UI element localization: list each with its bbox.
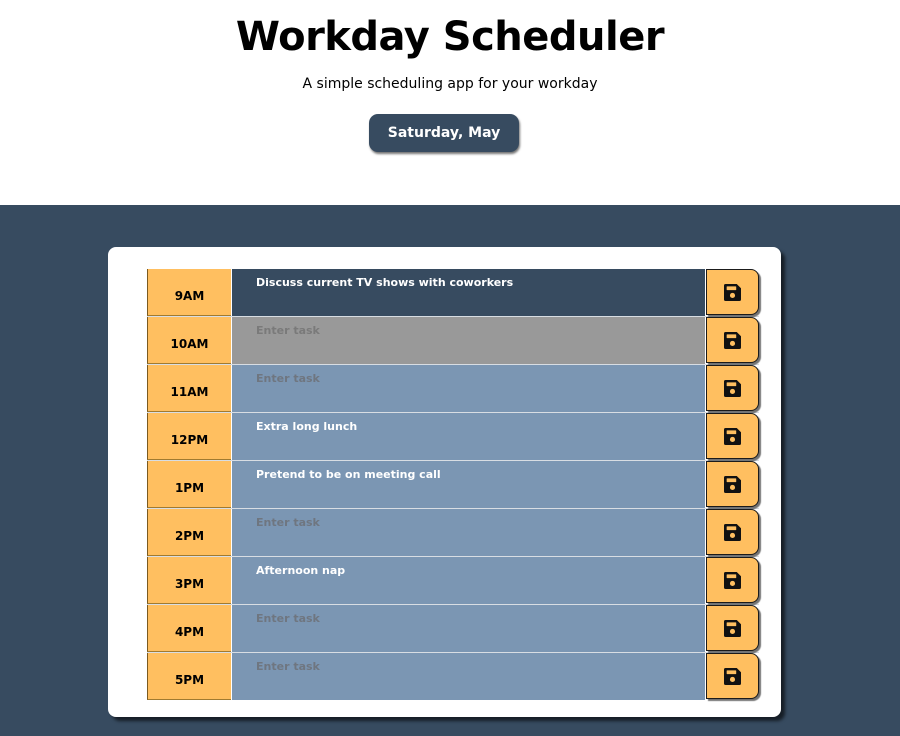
hour-label: 3PM: [147, 557, 231, 604]
task-input[interactable]: Enter task: [232, 317, 705, 364]
time-block-row: 10AM Enter task: [147, 317, 759, 365]
task-text: Extra long lunch: [256, 420, 358, 433]
title-wrap: Workday Scheduler: [0, 12, 900, 62]
floppy-disk-icon: [724, 668, 741, 685]
task-placeholder: Enter task: [256, 516, 320, 529]
save-button[interactable]: [706, 413, 759, 459]
scheduler-section: 9AM Discuss current TV shows with coworke…: [0, 205, 900, 736]
save-button[interactable]: [706, 269, 759, 315]
save-button[interactable]: [706, 365, 759, 411]
save-button[interactable]: [706, 509, 759, 555]
time-block-row: 2PM Enter task: [147, 509, 759, 557]
time-block-row: 5PM Enter task: [147, 653, 759, 700]
scheduler-card: 9AM Discuss current TV shows with coworke…: [108, 247, 781, 717]
floppy-disk-icon: [724, 380, 741, 397]
header: Workday Scheduler A simple scheduling ap…: [0, 0, 900, 205]
floppy-disk-icon: [724, 524, 741, 541]
task-input[interactable]: Discuss current TV shows with coworkers: [232, 269, 705, 316]
task-text: Pretend to be on meeting call: [256, 468, 441, 481]
time-block-row: 12PM Extra long lunch: [147, 413, 759, 461]
time-block-row: 9AM Discuss current TV shows with coworke…: [147, 269, 759, 317]
hour-label: 10AM: [147, 317, 231, 364]
hour-label: 11AM: [147, 365, 231, 412]
task-text: Afternoon nap: [256, 564, 346, 577]
page-title-text: Workday Scheduler: [235, 14, 665, 60]
floppy-disk-icon: [724, 620, 741, 637]
page-subtitle: A simple scheduling app for your workday: [302, 76, 598, 92]
save-button[interactable]: [706, 461, 759, 507]
task-placeholder: Enter task: [256, 660, 320, 673]
hour-label: 12PM: [147, 413, 231, 460]
current-date-badge: Saturday, May 15th: [369, 114, 519, 179]
save-button[interactable]: [706, 653, 759, 699]
task-placeholder: Enter task: [256, 324, 320, 337]
task-input[interactable]: Enter task: [232, 365, 705, 412]
task-input[interactable]: Extra long lunch: [232, 413, 705, 460]
hour-label: 1PM: [147, 461, 231, 508]
task-text: Discuss current TV shows with coworkers: [256, 276, 514, 289]
save-button[interactable]: [706, 557, 759, 603]
floppy-disk-icon: [724, 428, 741, 445]
task-placeholder: Enter task: [256, 372, 320, 385]
hour-label: 5PM: [147, 653, 231, 700]
floppy-disk-icon: [724, 476, 741, 493]
page-title: Workday Scheduler: [233, 12, 667, 62]
time-block-row: 3PM Afternoon nap: [147, 557, 759, 605]
task-input[interactable]: Enter task: [232, 605, 705, 652]
task-input[interactable]: Enter task: [232, 509, 705, 556]
time-block-list: 9AM Discuss current TV shows with coworke…: [147, 269, 759, 700]
task-input[interactable]: Pretend to be on meeting call: [232, 461, 705, 508]
task-placeholder: Enter task: [256, 612, 320, 625]
task-input[interactable]: Afternoon nap: [232, 557, 705, 604]
hour-label: 9AM: [147, 269, 231, 316]
save-button[interactable]: [706, 317, 759, 363]
hour-label: 2PM: [147, 509, 231, 556]
hour-label: 4PM: [147, 605, 231, 652]
save-button[interactable]: [706, 605, 759, 651]
floppy-disk-icon: [724, 572, 741, 589]
task-input[interactable]: Enter task: [232, 653, 705, 700]
floppy-disk-icon: [724, 284, 741, 301]
time-block-row: 4PM Enter task: [147, 605, 759, 653]
time-block-row: 11AM Enter task: [147, 365, 759, 413]
time-block-row: 1PM Pretend to be on meeting call: [147, 461, 759, 509]
floppy-disk-icon: [724, 332, 741, 349]
